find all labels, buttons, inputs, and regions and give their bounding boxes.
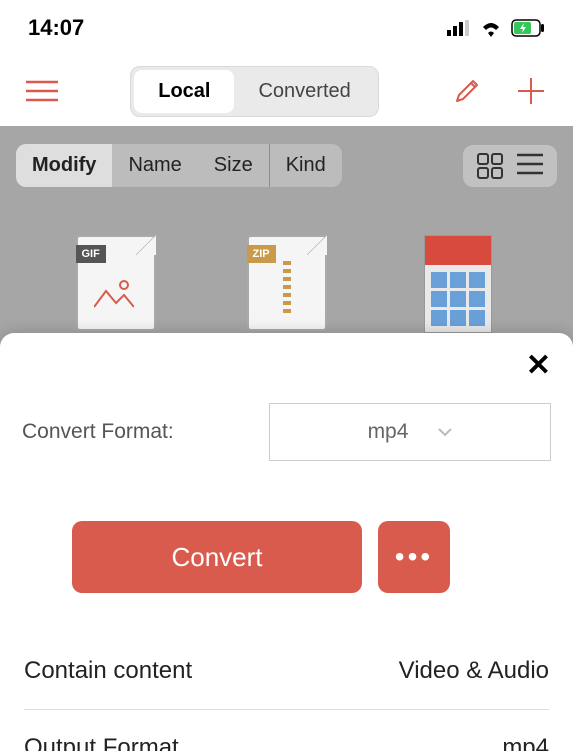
file-tag: GIF — [76, 245, 106, 263]
status-time: 14:07 — [28, 15, 84, 41]
sort-chip-kind[interactable]: Kind — [269, 144, 342, 187]
status-bar: 14:07 — [0, 0, 573, 56]
file-item[interactable]: GIF — [66, 235, 166, 333]
file-grid: GIF ZIP — [0, 205, 573, 333]
sort-chip-size[interactable]: Size — [198, 144, 269, 187]
more-button[interactable]: ••• — [378, 521, 450, 593]
file-thumbnail — [424, 235, 492, 333]
detail-value: Video & Audio — [399, 657, 549, 685]
format-row: Convert Format: mp4 — [22, 403, 551, 461]
tab-segmented-control: Local Converted — [130, 66, 379, 117]
sort-chip-name[interactable]: Name — [112, 144, 197, 187]
convert-sheet: ✕ Convert Format: mp4 Convert ••• Contai… — [0, 333, 573, 751]
wifi-icon — [479, 19, 503, 37]
status-icons — [447, 19, 545, 37]
format-value: mp4 — [368, 420, 409, 444]
zip-icon — [283, 261, 291, 315]
sort-row: Modify Name Size Kind — [0, 126, 573, 205]
sort-chip-modify[interactable]: Modify — [16, 144, 112, 187]
format-select[interactable]: mp4 — [269, 403, 551, 461]
grid-view-icon[interactable] — [477, 153, 503, 179]
button-row: Convert ••• — [72, 521, 551, 593]
menu-icon[interactable] — [24, 73, 60, 109]
edit-icon[interactable] — [449, 73, 485, 109]
tab-local[interactable]: Local — [134, 70, 234, 113]
battery-icon — [511, 19, 545, 37]
chevron-down-icon — [438, 427, 452, 437]
sort-chips: Modify Name Size Kind — [16, 144, 342, 187]
detail-row-output[interactable]: Output Format mp4 — [24, 710, 549, 751]
convert-button[interactable]: Convert — [72, 521, 362, 593]
app-toolbar: Local Converted — [0, 56, 573, 126]
file-item[interactable]: ZIP — [237, 235, 337, 333]
view-toggle — [463, 145, 557, 187]
close-icon[interactable]: ✕ — [526, 351, 551, 381]
add-icon[interactable] — [513, 73, 549, 109]
detail-key: Output Format — [24, 734, 179, 751]
detail-value: mp4 — [502, 734, 549, 751]
format-label: Convert Format: — [22, 420, 174, 444]
detail-key: Contain content — [24, 657, 192, 685]
file-item[interactable] — [408, 235, 508, 333]
cellular-icon — [447, 20, 471, 36]
list-view-icon[interactable] — [517, 153, 543, 179]
tab-converted[interactable]: Converted — [234, 70, 374, 113]
detail-row-contain[interactable]: Contain content Video & Audio — [24, 633, 549, 710]
image-icon — [94, 279, 134, 309]
file-tag: ZIP — [247, 245, 276, 263]
